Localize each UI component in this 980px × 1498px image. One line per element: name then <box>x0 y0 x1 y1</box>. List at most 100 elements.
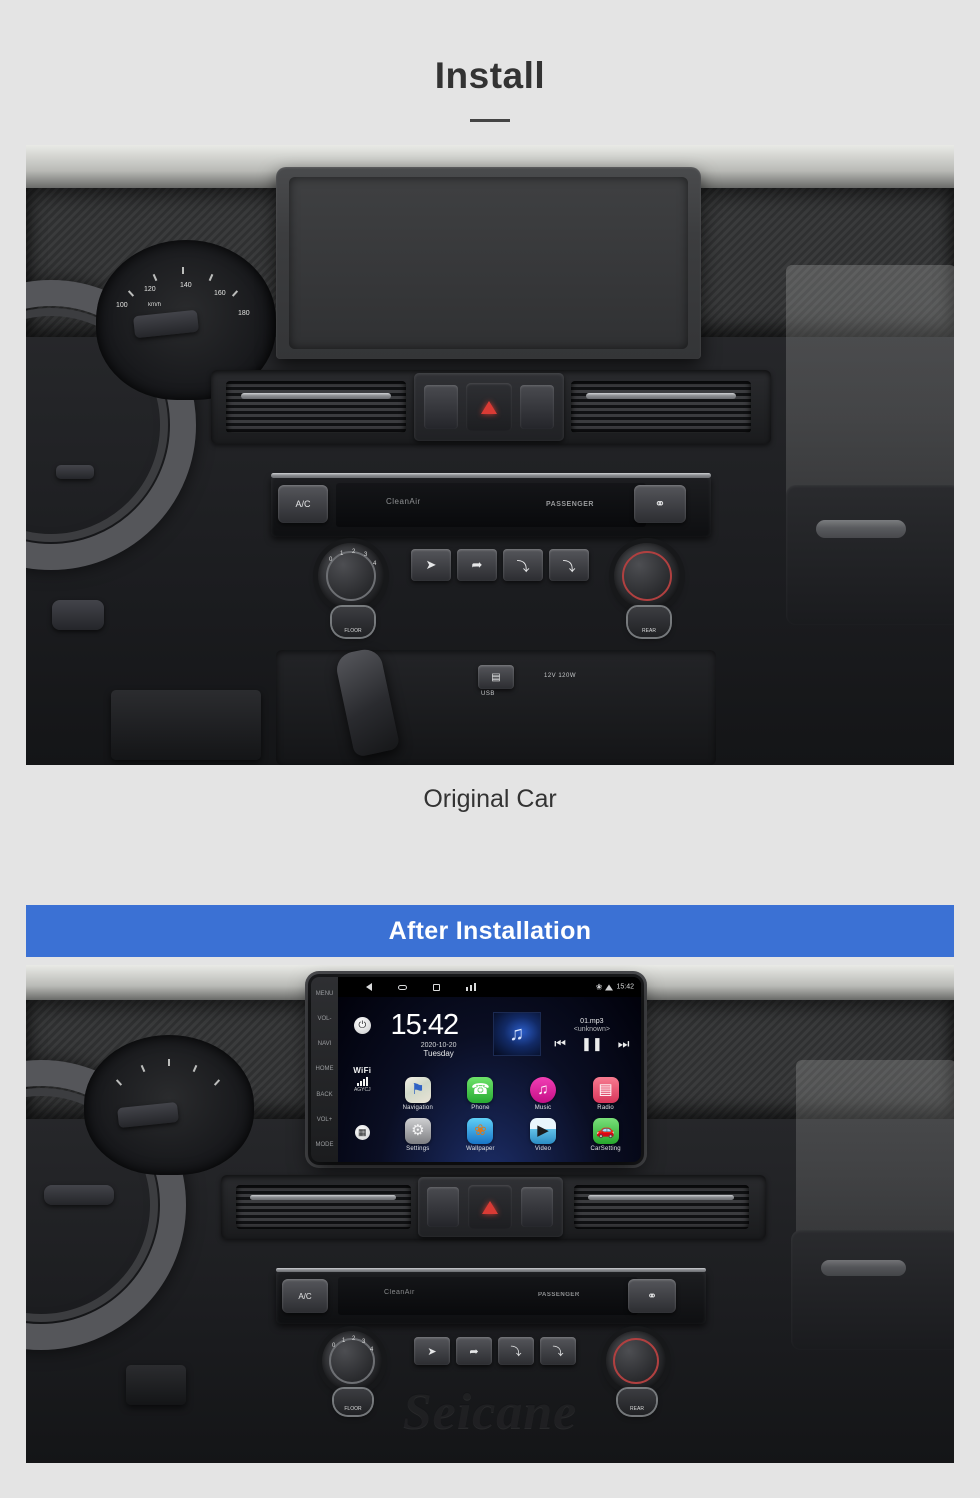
radio-icon: ▤ <box>592 1076 619 1103</box>
cluster-tick-180: 180 <box>238 310 250 317</box>
windshield-defrost-button-2[interactable]: ➤ <box>414 1337 450 1365</box>
home-screen: 15:42 2020-10-20 Tuesday ♫ 01.mp3 <unkno… <box>387 997 641 1162</box>
rear-defrost-button[interactable]: ⚭ <box>634 485 686 523</box>
clock-weekday: Tuesday <box>423 1048 454 1058</box>
wifi-signal-bars-icon <box>353 1077 371 1087</box>
fan-scale-1: 1 <box>340 551 344 557</box>
seicane-watermark: Seicane <box>402 1383 578 1440</box>
head-unit-left-rail[interactable]: ⏻ WiFi AGYCJ ▦ <box>338 997 386 1162</box>
previous-track-icon[interactable]: ⏮ <box>554 1037 566 1050</box>
hardkey-vol-up[interactable]: VOL+ <box>317 1117 333 1123</box>
app-settings[interactable]: ⚙ Settings <box>395 1117 440 1152</box>
cluster-unit-label: km/h <box>148 302 162 308</box>
ac-button-2[interactable]: A/C <box>282 1279 328 1313</box>
app-radio[interactable]: ▤ Radio <box>583 1076 628 1111</box>
feet-vent-button-2[interactable]: ⤵ <box>540 1337 576 1365</box>
fan-knob-ring <box>326 551 376 601</box>
app-phone[interactable]: ☎ Phone <box>458 1076 503 1111</box>
app-music[interactable]: ♫ Music <box>521 1076 566 1111</box>
status-bar-time: 15:42 <box>616 983 634 991</box>
rocker-switch-right[interactable] <box>520 385 554 429</box>
recents-icon[interactable] <box>433 983 441 991</box>
power-socket-label: 12V 120W <box>544 673 577 679</box>
ac-button[interactable]: A/C <box>278 485 328 523</box>
hazard-triangle-icon-2 <box>482 1200 498 1214</box>
windshield-defrost-button[interactable]: ➤ <box>411 549 451 581</box>
hardkey-back[interactable]: BACK <box>316 1092 332 1098</box>
install-page: Install 100 120 140 160 180 km/h A/C Cle… <box>0 0 980 1498</box>
all-apps-icon[interactable]: ▦ <box>354 1125 370 1141</box>
fan-knob-ring-2 <box>329 1338 375 1384</box>
fan-scale-3-b: 3 <box>362 1339 366 1345</box>
back-triangle-icon[interactable] <box>366 983 373 992</box>
music-track-title: 01.mp3 <box>580 1018 604 1026</box>
rocker-switch-right-2[interactable] <box>521 1187 553 1227</box>
android-head-unit[interactable]: MENU VOL- NAVI HOME BACK VOL+ MODE ❀ 15:… <box>311 977 641 1162</box>
glovebox-2 <box>791 1230 954 1350</box>
hazard-light-button[interactable] <box>466 383 512 431</box>
clean-air-label-2: CleanAir <box>384 1289 415 1296</box>
head-unit-screen[interactable]: ❀ 15:42 ⏻ WiFi AGYCJ ▦ 15:42 2020-10-20 … <box>338 977 641 1162</box>
app-label-settings: Settings <box>406 1145 430 1152</box>
app-carsetting[interactable]: 🚗 CarSetting <box>583 1117 628 1152</box>
hardkey-home[interactable]: HOME <box>316 1066 334 1072</box>
video-clapper-icon: ▶ <box>530 1117 557 1144</box>
rocker-switch-left[interactable] <box>424 385 458 429</box>
wifi-status-block[interactable]: WiFi AGYCJ <box>353 1066 371 1093</box>
passenger-dash-panel-2 <box>796 1060 954 1250</box>
volume-icon[interactable] <box>466 983 477 992</box>
power-icon[interactable]: ⏻ <box>353 1017 371 1035</box>
climate-panel-chrome <box>271 473 711 478</box>
map-pin-icon: ⚑ <box>404 1076 431 1103</box>
fan-scale-4-b: 4 <box>370 1347 374 1353</box>
fan-scale-3: 3 <box>364 552 368 558</box>
clock-time: 15:42 <box>390 1008 460 1041</box>
glovebox-handle-2 <box>821 1260 906 1276</box>
app-video[interactable]: ▶ Video <box>521 1117 566 1152</box>
hazard-light-button-2[interactable] <box>468 1185 512 1229</box>
music-widget[interactable]: ♫ 01.mp3 <unknown> ⏮ ❚❚ ⏭ <box>492 1012 637 1057</box>
face-and-feet-icon: ➦ <box>471 557 483 572</box>
bluetooth-icon: ❀ <box>595 982 603 992</box>
face-and-feet-button-2[interactable]: ➦ <box>456 1337 492 1365</box>
face-and-feet-button[interactable]: ➦ <box>457 549 497 581</box>
steering-control-pad-2 <box>44 1185 114 1205</box>
app-label-video: Video <box>534 1145 552 1152</box>
next-track-icon[interactable]: ⏭ <box>618 1037 630 1050</box>
oem-display-unit <box>276 167 701 359</box>
app-label-carsetting: CarSetting <box>590 1145 621 1152</box>
cluster-tick-100: 100 <box>116 302 128 309</box>
music-controls[interactable]: ⏮ ❚❚ ⏭ <box>547 1037 637 1050</box>
hardkey-navi[interactable]: NAVI <box>318 1041 332 1047</box>
navigation-keys[interactable] <box>366 983 477 992</box>
hardkey-menu[interactable]: MENU <box>316 991 334 997</box>
app-label-phone: Phone <box>471 1104 490 1111</box>
app-navigation[interactable]: ⚑ Navigation <box>395 1076 440 1111</box>
front-defrost-button[interactable]: FLOOR <box>332 607 374 637</box>
rear-defrost-button-2[interactable]: ⚭ <box>628 1279 676 1313</box>
head-unit-hard-keys[interactable]: MENU VOL- NAVI HOME BACK VOL+ MODE <box>311 977 339 1162</box>
title-divider <box>470 119 510 122</box>
music-icon: ♫ <box>530 1076 557 1103</box>
face-vent-button[interactable]: ⤵ <box>503 549 543 581</box>
right-vent-chrome <box>586 393 736 399</box>
face-vent-button-2[interactable]: ⤵ <box>498 1337 534 1365</box>
rear-defrost-pill-button[interactable]: REAR <box>628 607 670 637</box>
app-wallpaper[interactable]: ❀ Wallpaper <box>458 1117 503 1152</box>
app-label-music: Music <box>534 1104 552 1111</box>
clock-widget[interactable]: 15:42 2020-10-20 Tuesday <box>387 1008 487 1058</box>
hardkey-vol-down[interactable]: VOL- <box>318 1016 332 1022</box>
after-installation-banner: After Installation <box>26 905 954 957</box>
feet-vent-button[interactable]: ⤵ <box>549 549 589 581</box>
home-icon[interactable] <box>398 984 408 990</box>
cluster-tick-160: 160 <box>214 290 226 297</box>
rocker-switch-left-2[interactable] <box>427 1187 459 1227</box>
wifi-icon <box>605 984 614 991</box>
feet-vent-icon: ⤵ <box>562 558 576 574</box>
pause-icon[interactable]: ❚❚ <box>581 1037 603 1050</box>
hardkey-mode[interactable]: MODE <box>316 1142 334 1148</box>
phone-icon: ☎ <box>467 1076 494 1103</box>
usb-port[interactable]: ▤ <box>478 665 514 689</box>
wifi-label: WiFi <box>353 1066 372 1076</box>
wifi-ssid: AGYCJ <box>353 1087 371 1094</box>
